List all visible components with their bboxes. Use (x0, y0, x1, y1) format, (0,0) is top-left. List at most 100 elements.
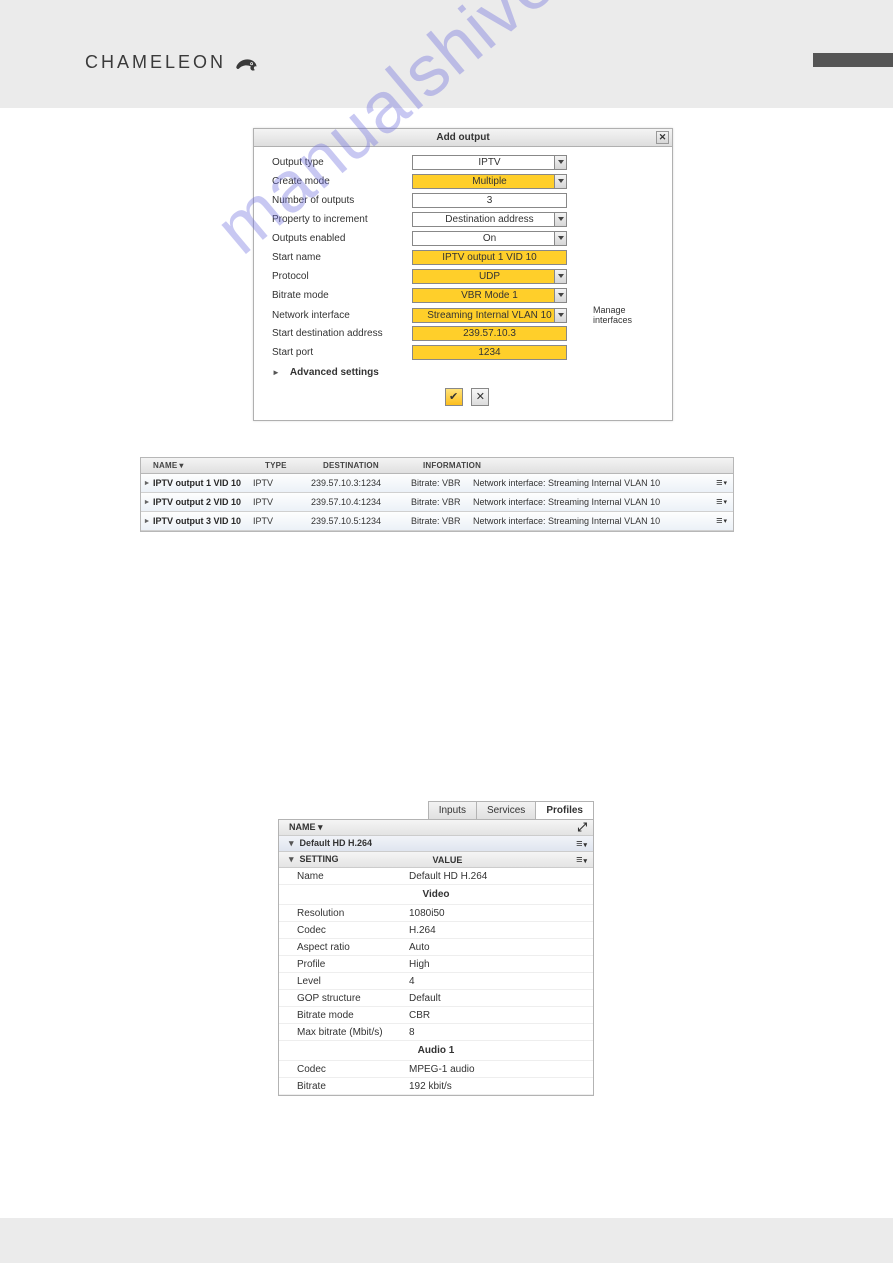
expand-icon[interactable] (577, 820, 587, 835)
setting-row: Resolution1080i50 (279, 905, 593, 922)
col-type[interactable]: TYPE (265, 461, 323, 470)
chevron-down-icon (554, 269, 567, 284)
chevron-right-icon: ► (141, 480, 153, 487)
chevron-down-icon (554, 288, 567, 303)
tab-profiles[interactable]: Profiles (535, 801, 594, 819)
footer-band (0, 1218, 893, 1263)
output-name: IPTV output 3 VID 10 (153, 516, 253, 526)
chevron-right-icon: ► (141, 499, 153, 506)
output-bitrate: Bitrate: VBR (411, 516, 473, 526)
output-dest: 239.57.10.3:1234 (311, 478, 411, 488)
chevron-down-icon (554, 174, 567, 189)
setting-key: Codec (297, 925, 409, 936)
setting-value: Default (409, 993, 587, 1004)
outputs-enabled-select[interactable]: On (412, 231, 567, 246)
settings-menu-icon[interactable] (576, 854, 587, 866)
start-addr-label: Start destination address (272, 328, 412, 339)
create-mode-select[interactable]: Multiple (412, 174, 567, 189)
tab-inputs[interactable]: Inputs (428, 801, 477, 819)
prop-increment-label: Property to increment (272, 214, 412, 225)
col-dest[interactable]: DESTINATION (323, 461, 423, 470)
protocol-label: Protocol (272, 271, 412, 282)
start-port-label: Start port (272, 347, 412, 358)
ok-button[interactable]: ✔ (445, 388, 463, 406)
output-name: IPTV output 2 VID 10 (153, 497, 253, 507)
output-ni: Network interface: Streaming Internal VL… (473, 478, 693, 488)
header-band: CHAMELEON (0, 0, 893, 108)
output-type: IPTV (253, 478, 311, 488)
dialog-close-button[interactable]: ✕ (656, 131, 669, 144)
bitrate-mode-label: Bitrate mode (272, 290, 412, 301)
outputs-table: NAME TYPE DESTINATION INFORMATION ►IPTV … (140, 457, 734, 532)
table-row[interactable]: ►IPTV output 3 VID 10IPTV239.57.10.5:123… (141, 512, 733, 531)
row-menu-icon[interactable] (693, 515, 733, 527)
header-dark-box (813, 53, 893, 67)
section-menu-icon[interactable] (576, 838, 587, 850)
num-outputs-input[interactable]: 3 (412, 193, 567, 208)
table-row[interactable]: ►IPTV output 2 VID 10IPTV239.57.10.4:123… (141, 493, 733, 512)
setting-value: MPEG-1 audio (409, 1064, 587, 1075)
output-dest: 239.57.10.5:1234 (311, 516, 411, 526)
profile-section-toggle[interactable]: Default HD H.264 (289, 838, 372, 849)
manage-interfaces-link[interactable]: Manage interfaces (567, 305, 662, 325)
num-outputs-label: Number of outputs (272, 195, 412, 206)
start-name-input[interactable]: IPTV output 1 VID 10 (412, 250, 567, 265)
network-interface-label: Network interface (272, 310, 412, 321)
output-dest: 239.57.10.4:1234 (311, 497, 411, 507)
output-type-select[interactable]: IPTV (412, 155, 567, 170)
output-bitrate: Bitrate: VBR (411, 497, 473, 507)
setting-value: 4 (409, 976, 587, 987)
setting-row: CodecMPEG-1 audio (279, 1061, 593, 1078)
table-row[interactable]: ►IPTV output 1 VID 10IPTV239.57.10.3:123… (141, 474, 733, 493)
output-type-label: Output type (272, 157, 412, 168)
setting-row: Bitrate192 kbit/s (279, 1078, 593, 1095)
setting-row: ProfileHigh (279, 956, 593, 973)
settings-col-setting: SETTING (289, 854, 433, 865)
col-info[interactable]: INFORMATION (423, 461, 705, 470)
advanced-settings-toggle[interactable]: Advanced settings (272, 367, 662, 378)
output-ni: Network interface: Streaming Internal VL… (473, 516, 693, 526)
output-type: IPTV (253, 497, 311, 507)
dialog-title: Add output (436, 132, 489, 143)
start-port-input[interactable]: 1234 (412, 345, 567, 360)
setting-key: Codec (297, 1064, 409, 1075)
setting-row: NameDefault HD H.264 (279, 868, 593, 885)
row-menu-icon[interactable] (693, 496, 733, 508)
col-name[interactable]: NAME (153, 461, 265, 470)
output-ni: Network interface: Streaming Internal VL… (473, 497, 693, 507)
setting-row: GOP structureDefault (279, 990, 593, 1007)
network-interface-select[interactable]: Streaming Internal VLAN 10 (412, 308, 567, 323)
row-menu-icon[interactable] (693, 477, 733, 489)
profiles-panel: Inputs Services Profiles NAME Default HD… (278, 801, 594, 1096)
setting-key: GOP structure (297, 993, 409, 1004)
setting-key: Bitrate (297, 1081, 409, 1092)
protocol-select[interactable]: UDP (412, 269, 567, 284)
outputs-enabled-label: Outputs enabled (272, 233, 412, 244)
setting-key: Name (297, 871, 409, 882)
start-name-label: Start name (272, 252, 412, 263)
chevron-down-icon (289, 854, 300, 864)
setting-value: High (409, 959, 587, 970)
setting-value: Default HD H.264 (409, 871, 587, 882)
chevron-down-icon (289, 838, 300, 848)
setting-value: H.264 (409, 925, 587, 936)
setting-key: Aspect ratio (297, 942, 409, 953)
chevron-right-icon (272, 367, 282, 378)
profiles-name-header[interactable]: NAME (289, 822, 323, 833)
tab-services[interactable]: Services (476, 801, 536, 819)
setting-row: Max bitrate (Mbit/s)8 (279, 1024, 593, 1041)
dialog-title-bar: Add output ✕ (254, 129, 672, 147)
brand-logo: CHAMELEON (85, 52, 260, 73)
setting-key: Max bitrate (Mbit/s) (297, 1027, 409, 1038)
prop-increment-select[interactable]: Destination address (412, 212, 567, 227)
setting-value: CBR (409, 1010, 587, 1021)
brand-text: CHAMELEON (85, 52, 226, 73)
tabs-bar: Inputs Services Profiles (278, 801, 594, 819)
output-type: IPTV (253, 516, 311, 526)
cancel-button[interactable]: ✕ (471, 388, 489, 406)
setting-row: Level4 (279, 973, 593, 990)
chevron-down-icon (554, 308, 567, 323)
start-addr-input[interactable]: 239.57.10.3 (412, 326, 567, 341)
add-output-dialog: Add output ✕ Output typeIPTV Create mode… (253, 128, 673, 421)
bitrate-mode-select[interactable]: VBR Mode 1 (412, 288, 567, 303)
